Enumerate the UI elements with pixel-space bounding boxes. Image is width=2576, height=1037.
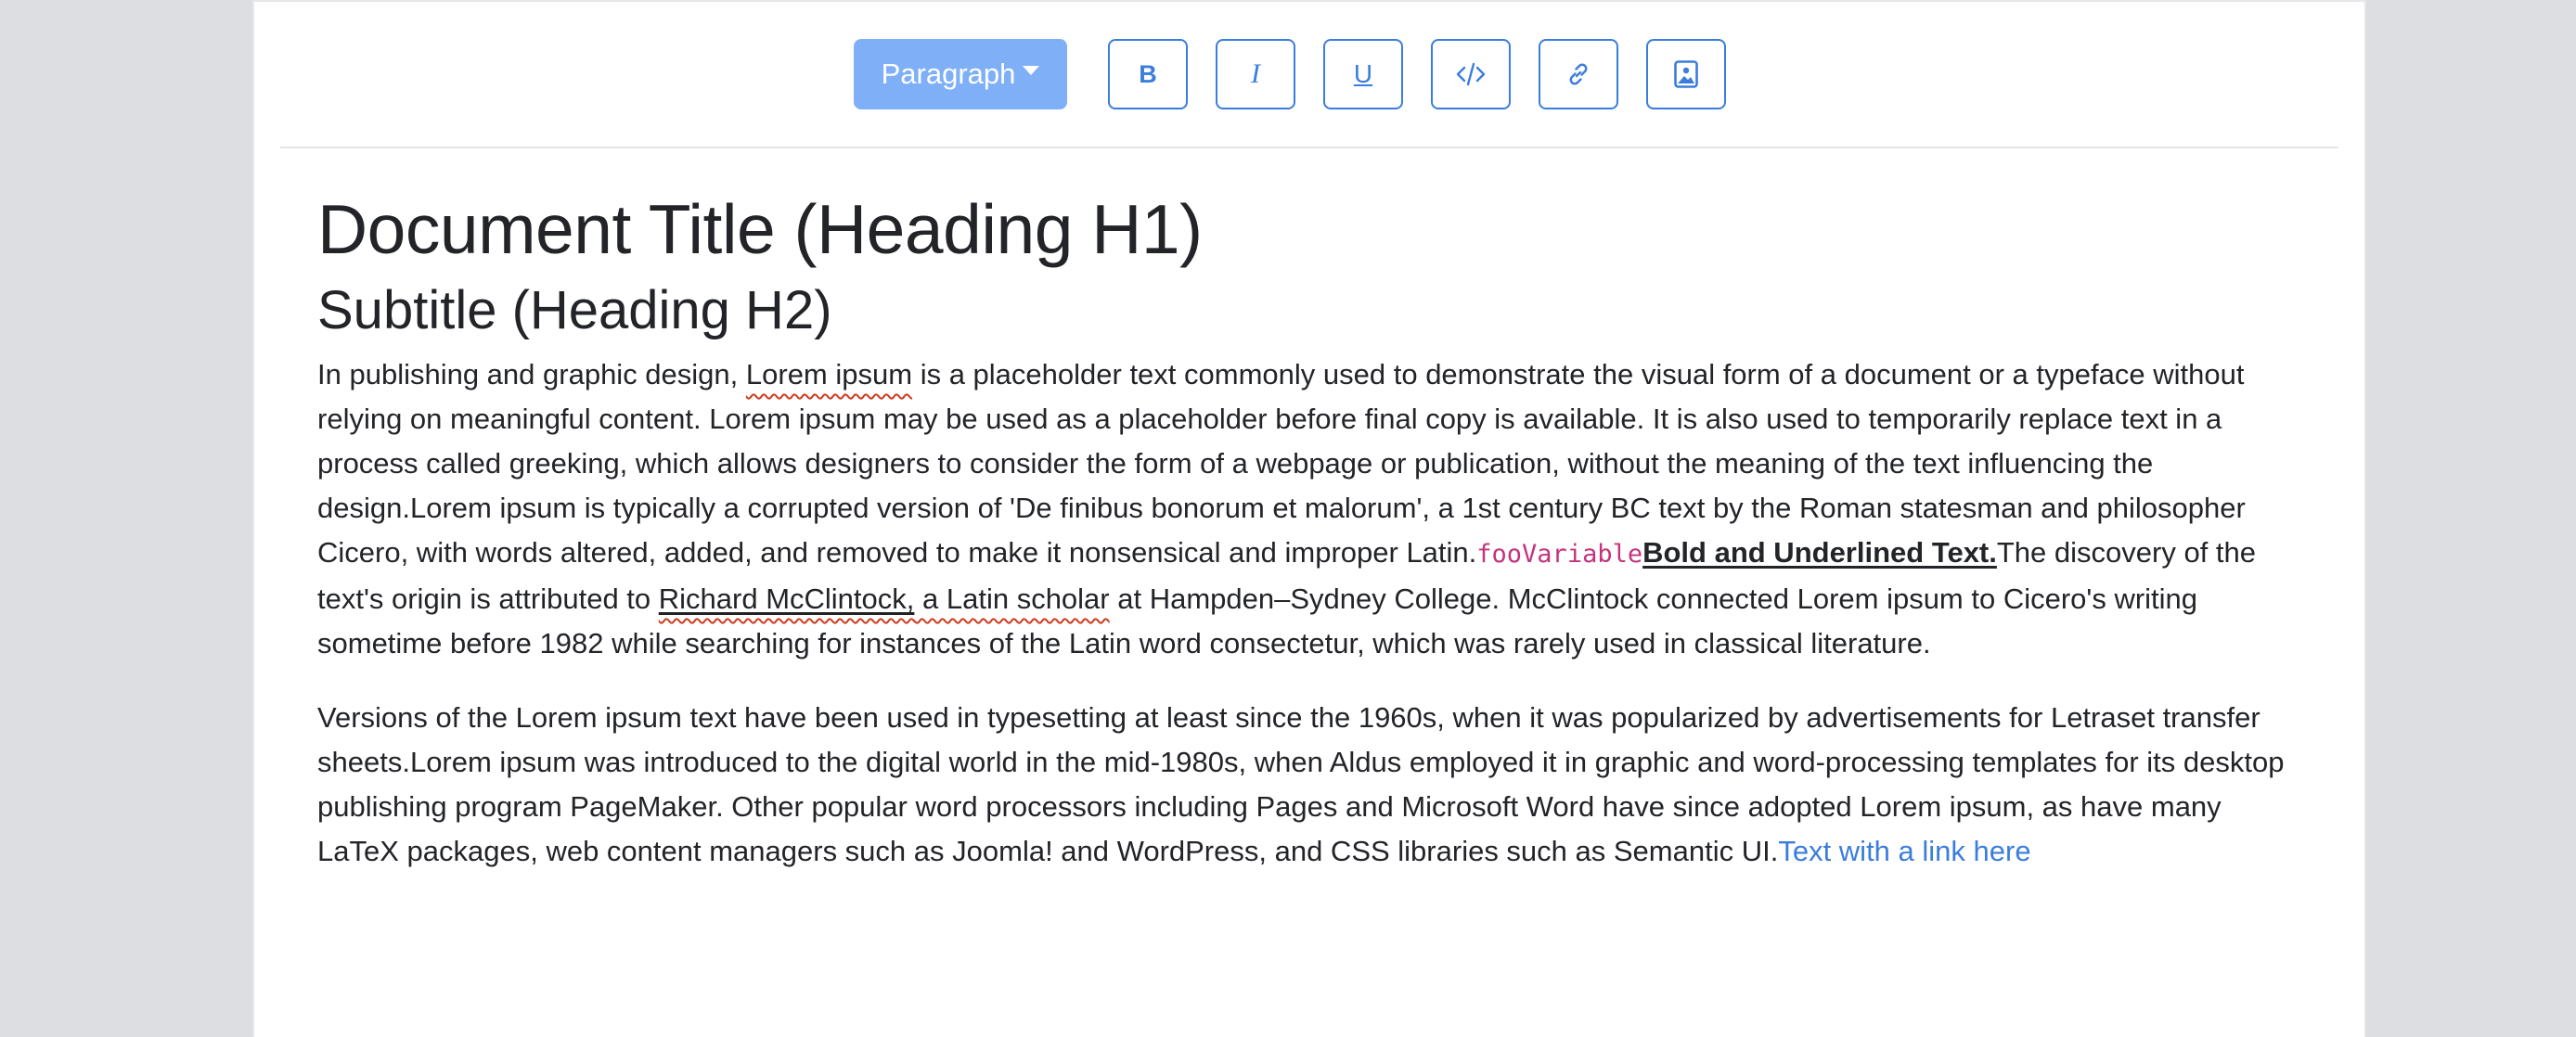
code-button[interactable] <box>1431 39 1511 109</box>
underline-button[interactable]: U <box>1323 39 1403 109</box>
p1-text-1: In publishing and graphic design, <box>317 358 746 390</box>
bold-label: B <box>1139 59 1157 88</box>
bold-underlined-text: Bold and Underlined Text. <box>1642 536 1997 569</box>
editor-toolbar: Paragraph B I U <box>280 2 2338 148</box>
document-title[interactable]: Document Title (Heading H1) <box>317 178 2294 280</box>
underline-label: U <box>1353 59 1373 88</box>
link-icon <box>1569 63 1588 85</box>
spellcheck-word[interactable]: Lorem ipsum <box>746 358 912 390</box>
editor-card: Paragraph B I U Document Title (Heading … <box>252 0 2366 1037</box>
spellcheck-phrase: a Latin scholar <box>914 583 1110 615</box>
bold-button[interactable]: B <box>1108 39 1188 109</box>
underlined-name: Richard McClintock, <box>658 583 915 615</box>
caret-down-icon <box>1023 66 1040 75</box>
link-button[interactable] <box>1539 39 1618 109</box>
italic-label: I <box>1251 58 1260 89</box>
code-icon <box>1456 62 1486 86</box>
block-format-label: Paragraph <box>881 58 1016 90</box>
inline-code: fooVariable <box>1476 540 1643 569</box>
block-format-dropdown[interactable]: Paragraph <box>854 39 1067 109</box>
image-button[interactable] <box>1646 39 1726 109</box>
italic-button[interactable]: I <box>1216 39 1295 109</box>
image-icon <box>1674 60 1698 88</box>
paragraph-1[interactable]: In publishing and graphic design, Lorem … <box>317 352 2294 666</box>
document-body[interactable]: Document Title (Heading H1) Subtitle (He… <box>317 178 2294 874</box>
document-subtitle[interactable]: Subtitle (Heading H2) <box>317 275 2294 347</box>
paragraph-2[interactable]: Versions of the Lorem ipsum text have be… <box>317 696 2294 874</box>
spellcheck-word[interactable]: Richard McClintock, a Latin scholar <box>659 583 1110 615</box>
document-link[interactable]: Text with a link here <box>1778 835 2030 867</box>
